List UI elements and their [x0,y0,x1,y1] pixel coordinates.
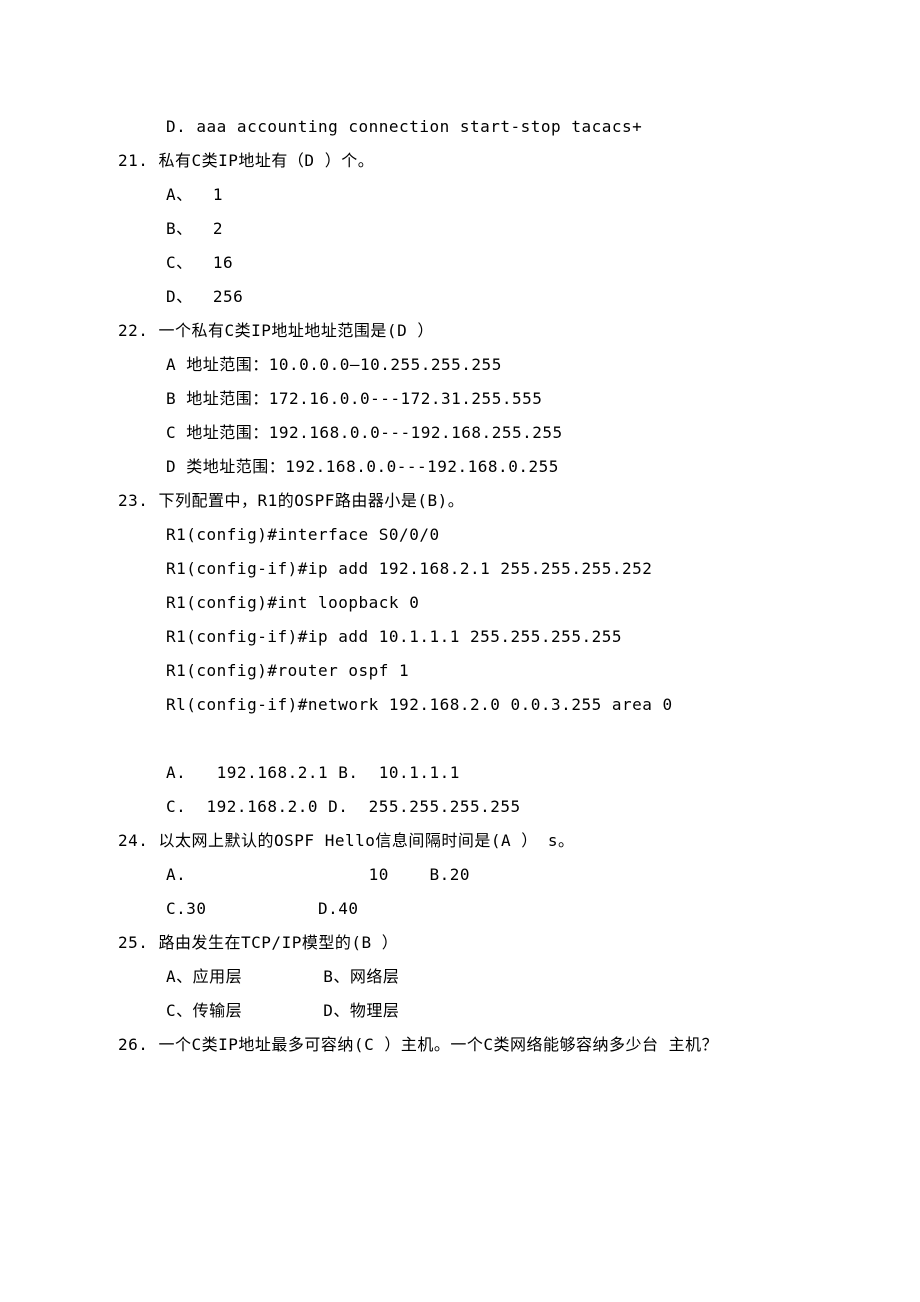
option-line: D、 256 [118,280,802,314]
document-content: D. aaa accounting connection start-stop … [118,110,802,1062]
document-page: D. aaa accounting connection start-stop … [0,0,920,1122]
question-line: 26. 一个C类IP地址最多可容纳(C ）主机。一个C类网络能够容纳多少台 主机… [118,1028,802,1062]
option-line: C 地址范围：192.168.0.0---192.168.255.255 [118,416,802,450]
option-line: C.30 D.40 [118,892,802,926]
option-line: A 地址范围：10.0.0.0—10.255.255.255 [118,348,802,382]
option-line: D. aaa accounting connection start-stop … [118,110,802,144]
question-line: 21. 私有C类IP地址有（D ）个。 [118,144,802,178]
option-line: B 地址范围：172.16.0.0---172.31.255.555 [118,382,802,416]
option-line: A、应用层 B、网络层 [118,960,802,994]
option-line: D 类地址范围：192.168.0.0---192.168.0.255 [118,450,802,484]
option-line: A. 10 B.20 [118,858,802,892]
question-line: 24. 以太网上默认的OSPF Hello信息间隔时间是(A ） s。 [118,824,802,858]
question-line: 22. 一个私有C类IP地址地址范围是(D ） [118,314,802,348]
option-line: A. 192.168.2.1 B. 10.1.1.1 [118,756,802,790]
option-line: C、传输层 D、物理层 [118,994,802,1028]
option-line: C、 16 [118,246,802,280]
option-line: R1(config)#interface S0/0/0 [118,518,802,552]
blank-line [118,722,802,756]
option-line: R1(config)#int loopback 0 [118,586,802,620]
option-line: B、 2 [118,212,802,246]
option-line: A、 1 [118,178,802,212]
question-line: 23. 下列配置中，R1的OSPF路由器小是(B)。 [118,484,802,518]
question-line: 25. 路由发生在TCP/IP模型的(B ） [118,926,802,960]
option-line: R1(config-if)#ip add 192.168.2.1 255.255… [118,552,802,586]
option-line: R1(config-if)#ip add 10.1.1.1 255.255.25… [118,620,802,654]
option-line: C. 192.168.2.0 D. 255.255.255.255 [118,790,802,824]
option-line: R1(config)#router ospf 1 [118,654,802,688]
option-line: Rl(config-if)#network 192.168.2.0 0.0.3.… [118,688,802,722]
